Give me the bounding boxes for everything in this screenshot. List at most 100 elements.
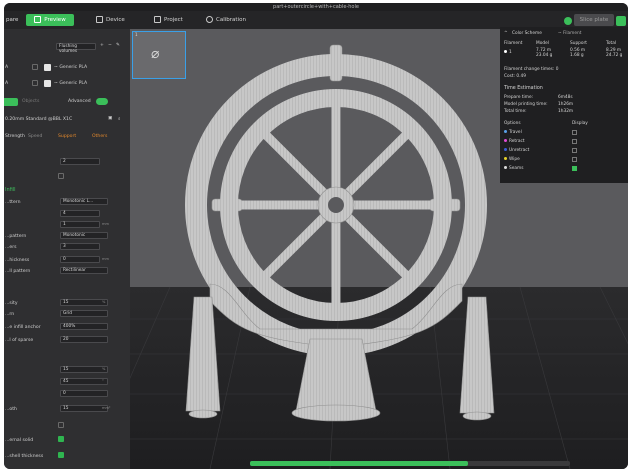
plate-thumbnail[interactable]: 1 ⌀ <box>132 31 186 79</box>
option-color-dot <box>504 166 507 169</box>
top-shell-thickness-input[interactable]: 1 <box>60 221 100 228</box>
remove-filament-icon[interactable]: − <box>108 43 112 48</box>
prepare-time-label: Prepare time: <box>504 95 534 100</box>
option-color-dot <box>504 157 507 160</box>
add-filament-icon[interactable]: + <box>100 43 104 48</box>
option-label: Travel <box>509 130 522 135</box>
option-color-dot <box>504 139 507 142</box>
tab-objects[interactable]: Objects <box>22 99 39 104</box>
tab-support[interactable]: Support <box>58 134 76 139</box>
layer-slider-track[interactable] <box>250 461 570 466</box>
legend-option-row[interactable]: Retract <box>504 139 624 147</box>
setting-label: ...shell thickness <box>5 454 44 459</box>
collapse-icon[interactable]: ^ <box>504 31 508 36</box>
advanced-label: Advanced <box>68 99 91 104</box>
infill-overlap-input[interactable]: 0 <box>60 390 108 397</box>
wall-loops-input[interactable]: 2 <box>60 158 100 165</box>
unit-label: ° <box>102 379 104 383</box>
display-checkbox[interactable] <box>572 148 577 153</box>
model-time-label: Model printing time: <box>504 102 548 107</box>
top-surface-pattern-select[interactable]: Monotonic L... <box>60 198 108 205</box>
model-thumbnail-icon: ⌀ <box>151 46 160 62</box>
model-time-value: 1h26m <box>558 102 574 107</box>
bottom-surface-pattern-select[interactable]: Monotonic <box>60 232 108 239</box>
legend-title: Color Scheme <box>512 31 542 36</box>
tab-preview[interactable]: Preview <box>26 14 74 26</box>
infill-combination-checkbox[interactable] <box>58 422 64 428</box>
top-shell-layers-input[interactable]: 4 <box>60 210 100 217</box>
print-plate-button[interactable] <box>616 16 626 26</box>
legend-option-row[interactable]: Unretract <box>504 148 624 156</box>
display-header: Display <box>572 121 588 126</box>
advanced-toggle[interactable] <box>96 98 108 105</box>
tab-strength[interactable]: Strength <box>5 134 25 139</box>
tab-device[interactable]: Device <box>96 14 125 26</box>
unit-label: % <box>102 367 106 371</box>
filament-change-times: Filament change times: 0 <box>504 67 559 72</box>
device-icon <box>96 16 103 23</box>
edit-icon[interactable]: ✎ <box>116 43 120 48</box>
filament-checkbox[interactable] <box>32 80 38 86</box>
solid-infill-threshold-input[interactable]: 15 <box>60 366 108 373</box>
slice-plate-button[interactable]: Slice plate <box>574 14 614 26</box>
tab-speed[interactable]: Speed <box>28 134 42 139</box>
legend-option-row[interactable]: Seams <box>504 166 624 174</box>
detect-thin-wall-checkbox[interactable] <box>58 173 64 179</box>
legend-option-row[interactable]: Travel <box>504 130 624 138</box>
infill-anchor-input[interactable]: 400% <box>60 323 108 330</box>
infill-area-input[interactable]: 15 <box>60 405 108 412</box>
slice-status-icon <box>564 17 572 25</box>
display-checkbox[interactable] <box>572 130 577 135</box>
options-header: Options <box>504 121 521 126</box>
support-usage: 0.56 m 1.68 g <box>570 48 586 58</box>
filament-color-swatch[interactable] <box>44 80 51 87</box>
setting-label: ...e infill anchor <box>5 325 41 330</box>
tab-prepare[interactable]: pare <box>6 14 18 26</box>
filament-slot-label: A <box>5 81 9 86</box>
infill-direction-input[interactable]: 45 <box>60 378 108 385</box>
legend-option-row[interactable]: Wipe <box>504 157 624 165</box>
sparse-infill-pattern-select[interactable]: Grid <box>60 310 108 317</box>
setting-label: ...l of sparse <box>5 338 34 343</box>
display-checkbox[interactable] <box>572 166 577 171</box>
tab-project[interactable]: Project <box>154 14 183 26</box>
search-icon[interactable]: ⌕ <box>118 116 121 122</box>
setting-label: ...rn <box>5 312 15 317</box>
unit-label: mm <box>102 222 110 226</box>
sparse-infill-density-input[interactable]: 15 <box>60 299 108 306</box>
display-checkbox[interactable] <box>572 139 577 144</box>
filament-checkbox[interactable] <box>32 64 38 70</box>
column-header: Filament <box>504 41 523 46</box>
filament-row: 1 <box>504 50 512 55</box>
tab-others[interactable]: Others <box>92 134 107 139</box>
filament-select-2[interactable]: ~ Generic PLA <box>54 81 87 86</box>
color-scheme-select[interactable]: ~ Filament <box>558 31 581 36</box>
setting-label: ...oth <box>5 407 17 412</box>
display-checkbox[interactable] <box>572 157 577 162</box>
tab-global[interactable] <box>4 98 18 106</box>
layer-slider-fill <box>250 461 468 466</box>
bottom-shell-layers-input[interactable]: 3 <box>60 243 100 250</box>
infill-anchor-max-input[interactable]: 20 <box>60 336 108 343</box>
option-label: Wipe <box>509 157 520 162</box>
tab-calibration[interactable]: Calibration <box>206 14 246 26</box>
flushing-volumes-button[interactable]: Flushing volumes <box>56 43 96 54</box>
filament-color-swatch[interactable] <box>44 64 51 71</box>
setting-label: ...hickness <box>5 258 30 263</box>
internal-solid-pattern-select[interactable]: Rectilinear <box>60 267 108 274</box>
save-icon[interactable]: ▣ <box>108 116 112 121</box>
process-preset-select[interactable]: 0.20mm Standard @BBL X1C <box>5 117 72 122</box>
total-time-value: 1h32m <box>558 109 574 114</box>
preview-icon <box>34 16 42 23</box>
column-header: Support <box>570 41 587 46</box>
internal-solid-checkbox[interactable] <box>58 436 64 442</box>
setting-label: ...ernal solid <box>5 438 34 443</box>
bottom-shell-thickness-input[interactable]: 0 <box>60 256 100 263</box>
total-usage: 8.29 m 24.72 g <box>606 48 623 58</box>
ensure-vertical-shell-checkbox[interactable] <box>58 452 64 458</box>
setting-label: ...ttern <box>5 200 21 205</box>
option-label: Unretract <box>509 148 530 153</box>
unit-label: mm² <box>102 406 111 410</box>
filament-select-1[interactable]: ~ Generic PLA <box>54 65 87 70</box>
filament-slot-label: A <box>5 65 9 70</box>
